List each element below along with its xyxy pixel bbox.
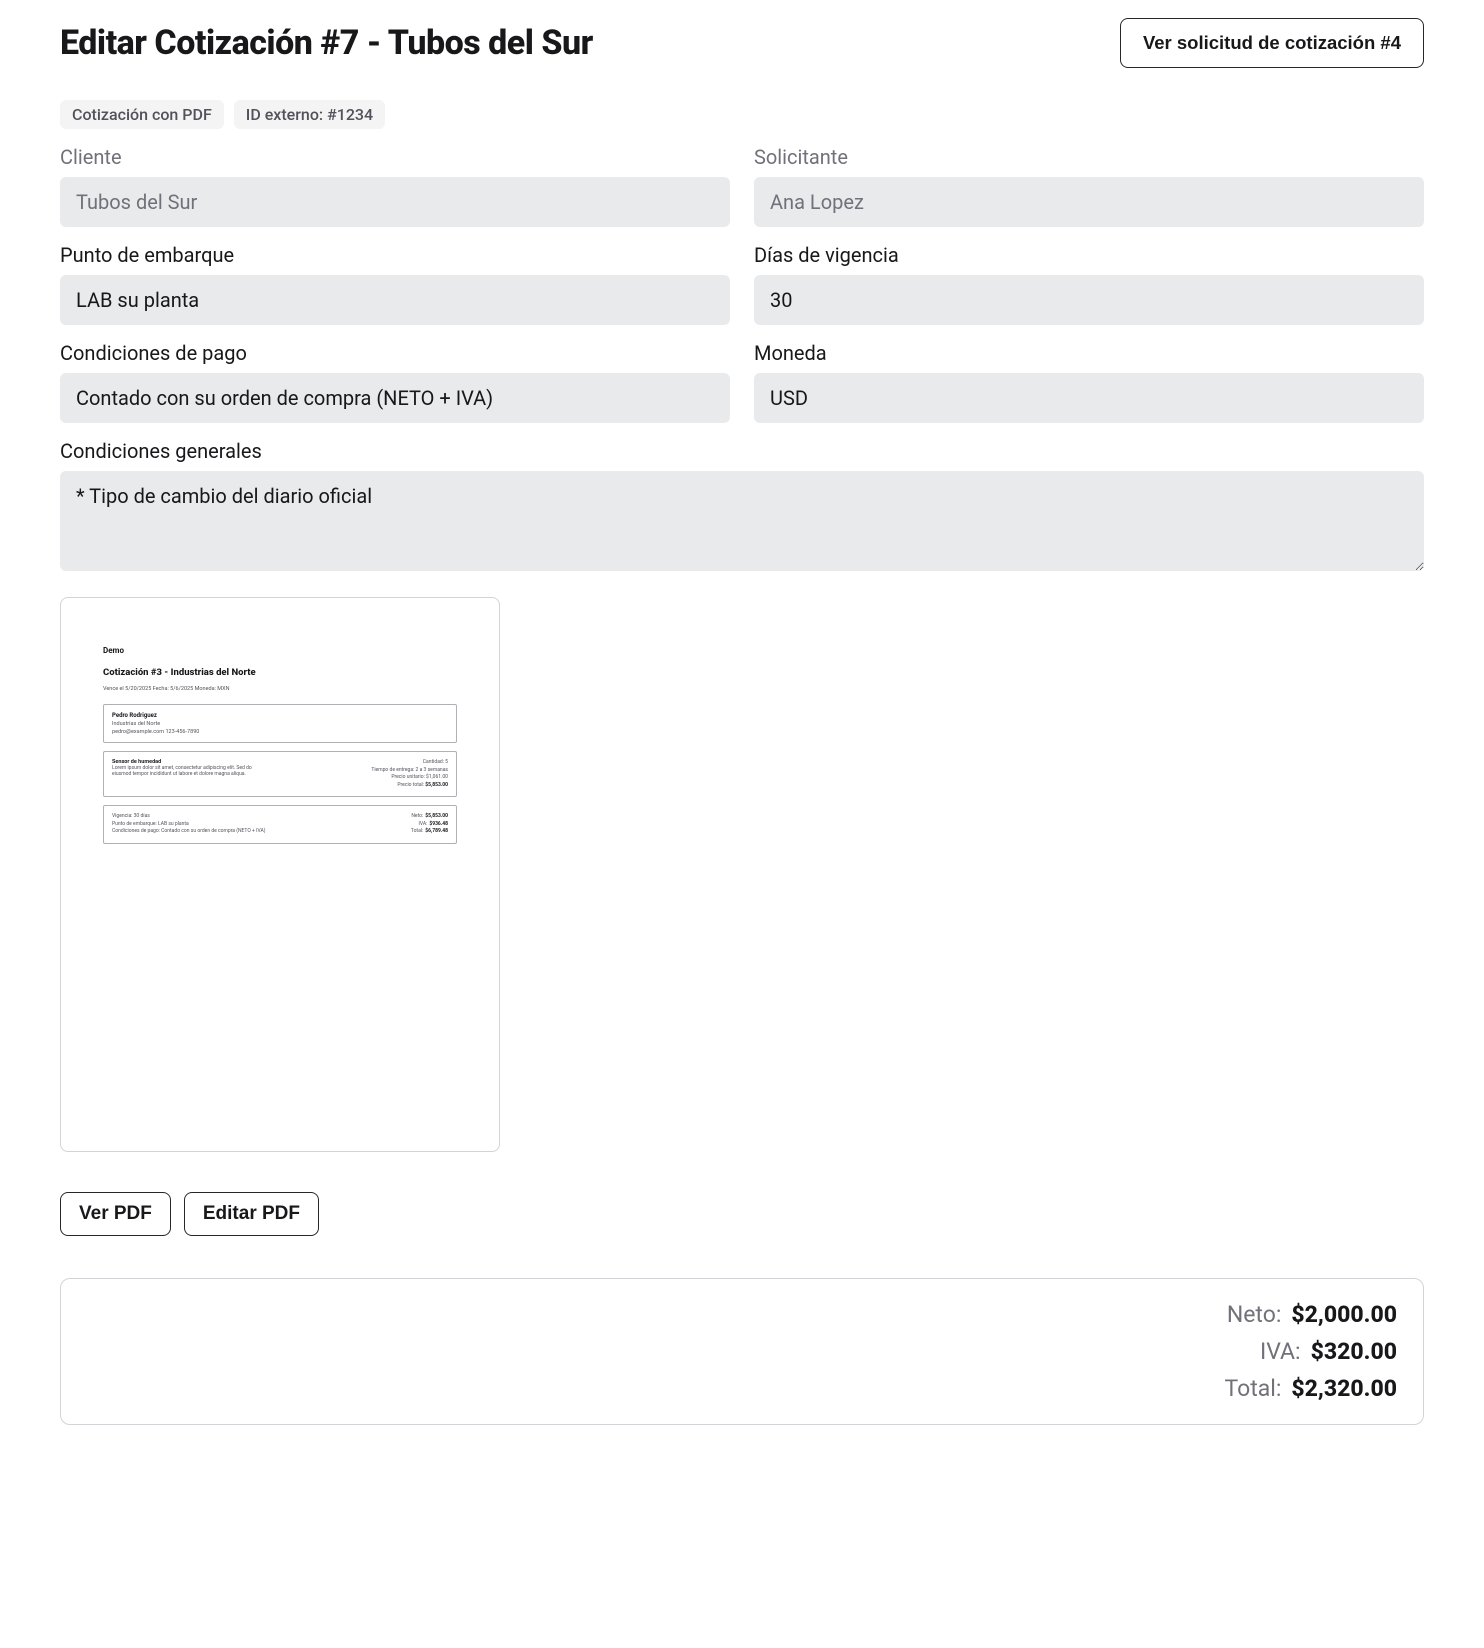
label-condiciones-generales: Condiciones generales [60, 439, 1424, 463]
label-cliente: Cliente [60, 145, 730, 169]
badges-row: Cotización con PDF ID externo: #1234 [60, 100, 1424, 129]
totals-neto: Neto: $2,000.00 [1227, 1301, 1397, 1328]
label-punto-embarque: Punto de embarque [60, 243, 730, 267]
pdf-item-right: Cantidad: 5 Tiempo de entrega: 2 a 3 sem… [371, 759, 448, 789]
edit-pdf-button[interactable]: Editar PDF [184, 1192, 319, 1236]
pdf-contact-box: Pedro Rodriguez Industrias del Norte ped… [103, 704, 457, 743]
pdf-meta: Vence el 5/20/2025 Fecha: 5/6/2025 Moned… [103, 686, 457, 692]
totals-total: Total: $2,320.00 [1224, 1375, 1397, 1402]
label-condiciones-pago: Condiciones de pago [60, 341, 730, 365]
header: Editar Cotización #7 - Tubos del Sur Ver… [60, 18, 1424, 68]
totals-card: Neto: $2,000.00 IVA: $320.00 Total: $2,3… [60, 1278, 1424, 1425]
pdf-contact-email: pedro@example.com 123-456-7890 [112, 729, 448, 735]
pdf-contact-name: Pedro Rodriguez [112, 712, 448, 719]
total-label: Total: [1224, 1375, 1281, 1402]
pdf-item-box: Sensor de humedad Lorem ipsum dolor sit … [103, 751, 457, 797]
field-solicitante: Solicitante [754, 145, 1424, 227]
neto-label: Neto: [1227, 1301, 1282, 1328]
field-condiciones-pago: Condiciones de pago [60, 341, 730, 423]
pdf-company: Demo [103, 646, 457, 655]
pdf-button-row: Ver PDF Editar PDF [60, 1192, 1424, 1236]
view-pdf-button[interactable]: Ver PDF [60, 1192, 171, 1236]
field-dias-vigencia: Días de vigencia [754, 243, 1424, 325]
form-grid: Cliente Solicitante Punto de embarque Dí… [60, 145, 1424, 571]
total-value: $2,320.00 [1291, 1375, 1397, 1402]
input-condiciones-pago[interactable] [60, 373, 730, 423]
input-dias-vigencia[interactable] [754, 275, 1424, 325]
pdf-title: Cotización #3 - Industrias del Norte [103, 667, 457, 678]
totals-iva: IVA: $320.00 [1260, 1338, 1397, 1365]
pdf-footer-box: Vigencia: 30 días Punto de embarque: LAB… [103, 805, 457, 844]
edit-quote-form: Editar Cotización #7 - Tubos del Sur Ver… [0, 0, 1484, 1455]
textarea-condiciones-generales[interactable] [60, 471, 1424, 571]
pdf-preview: Demo Cotización #3 - Industrias del Nort… [60, 597, 500, 1152]
input-cliente[interactable] [60, 177, 730, 227]
view-quote-request-button[interactable]: Ver solicitud de cotización #4 [1120, 18, 1424, 68]
field-moneda: Moneda [754, 341, 1424, 423]
field-punto-embarque: Punto de embarque [60, 243, 730, 325]
badge-pdf: Cotización con PDF [60, 100, 224, 129]
page-title: Editar Cotización #7 - Tubos del Sur [60, 23, 593, 63]
label-solicitante: Solicitante [754, 145, 1424, 169]
neto-value: $2,000.00 [1291, 1301, 1397, 1328]
pdf-item-desc: Lorem ipsum dolor sit amet, consectetur … [112, 765, 267, 777]
badge-external-id: ID externo: #1234 [234, 100, 385, 129]
input-punto-embarque[interactable] [60, 275, 730, 325]
field-condiciones-generales: Condiciones generales [60, 439, 1424, 571]
label-dias-vigencia: Días de vigencia [754, 243, 1424, 267]
pdf-contact-company: Industrias del Norte [112, 721, 448, 727]
iva-value: $320.00 [1311, 1338, 1397, 1365]
input-solicitante[interactable] [754, 177, 1424, 227]
input-moneda[interactable] [754, 373, 1424, 423]
field-cliente: Cliente [60, 145, 730, 227]
label-moneda: Moneda [754, 341, 1424, 365]
iva-label: IVA: [1260, 1338, 1301, 1365]
